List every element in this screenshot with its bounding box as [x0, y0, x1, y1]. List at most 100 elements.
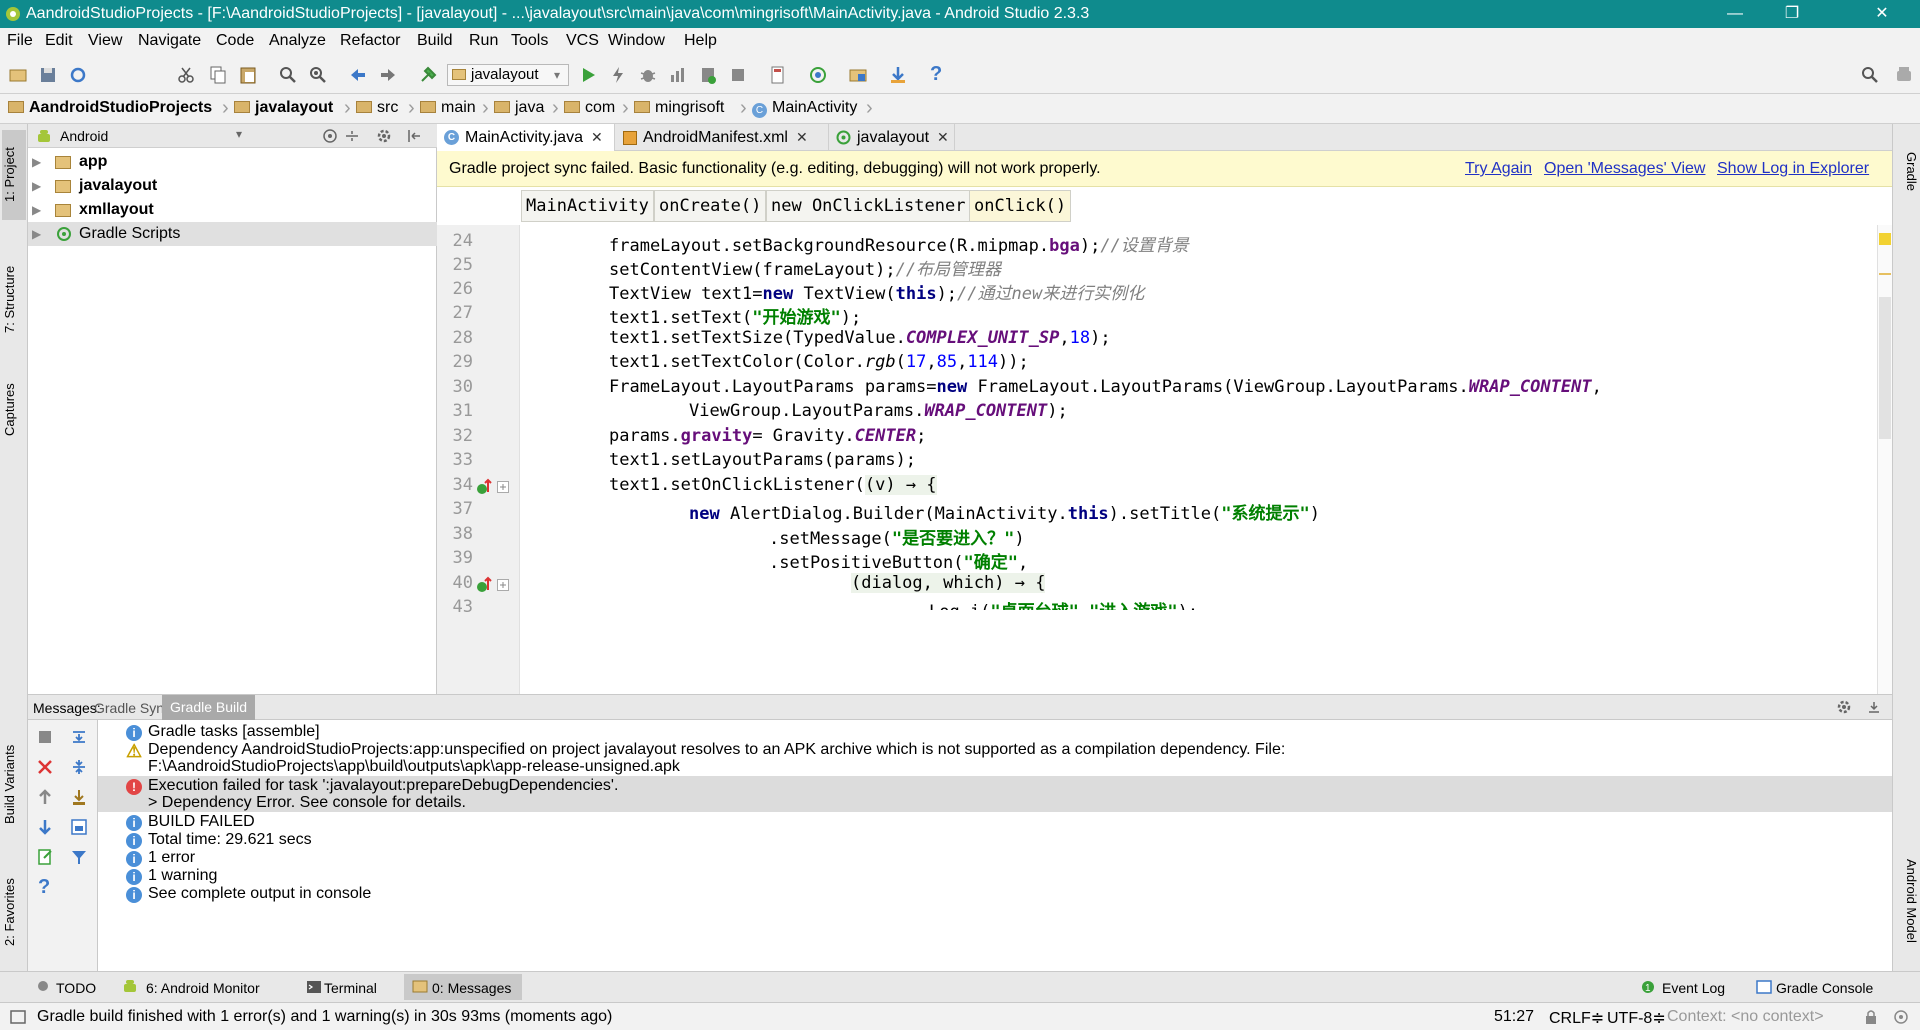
collapse-all-icon[interactable]: [344, 128, 360, 144]
list-item[interactable]: i Total time: 29.621 secs: [98, 830, 1892, 850]
tab-captures[interactable]: Captures: [2, 370, 26, 450]
run-config-select[interactable]: javalayout ▾: [447, 64, 569, 86]
collapse-all-icon[interactable]: [70, 758, 88, 776]
sync-icon[interactable]: [68, 65, 88, 85]
tab-messages[interactable]: 0: Messages: [426, 977, 517, 999]
tab-android-monitor[interactable]: 6: Android Monitor: [140, 977, 266, 999]
tree-item-xmllayout[interactable]: ▶ xmllayout: [28, 198, 437, 222]
open-messages-link[interactable]: Open 'Messages' View: [1544, 160, 1705, 178]
tab-favorites[interactable]: 2: Favorites: [2, 862, 26, 962]
forward-icon[interactable]: [378, 65, 398, 85]
android-icon[interactable]: [1894, 65, 1914, 85]
expand-arrow-icon[interactable]: ▶: [32, 222, 41, 246]
menu-code[interactable]: Code: [216, 32, 254, 50]
menu-tools[interactable]: Tools: [511, 32, 548, 50]
menu-navigate[interactable]: Navigate: [138, 32, 201, 50]
breadcrumb-item[interactable]: mingrisoft: [634, 99, 724, 117]
open-file-icon[interactable]: [36, 848, 54, 866]
project-structure-icon[interactable]: [848, 65, 868, 85]
error-stripe-mark[interactable]: [1879, 273, 1891, 275]
tab-todo[interactable]: TODO: [50, 977, 102, 999]
menu-vcs[interactable]: VCS: [566, 32, 599, 50]
menu-edit[interactable]: Edit: [45, 32, 73, 50]
instant-run-icon[interactable]: [608, 65, 628, 85]
tab-androidmanifest-xml[interactable]: AndroidManifest.xml ✕: [615, 124, 829, 151]
close-tab-icon[interactable]: ✕: [796, 129, 808, 145]
override-marker-icon[interactable]: [475, 576, 493, 594]
filter-icon[interactable]: [70, 848, 88, 866]
chevron-down-icon[interactable]: ▾: [236, 127, 242, 141]
code-crumb-oncreate[interactable]: onCreate(): [654, 190, 767, 222]
list-item[interactable]: i BUILD FAILED: [98, 812, 1892, 832]
menu-analyze[interactable]: Analyze: [269, 32, 326, 50]
cut-icon[interactable]: [176, 65, 196, 85]
close-tab-icon[interactable]: ✕: [937, 129, 949, 145]
sdk-manager-icon[interactable]: [888, 65, 908, 85]
paste-icon[interactable]: [238, 65, 258, 85]
menu-build[interactable]: Build: [417, 32, 453, 50]
tab-gradle[interactable]: Gradle: [1895, 132, 1919, 212]
caret-position[interactable]: 51:27: [1494, 1008, 1534, 1026]
breadcrumb-item[interactable]: C MainActivity: [752, 99, 857, 118]
tab-project[interactable]: 1: Project: [2, 130, 26, 220]
tree-item-app[interactable]: ▶ app: [28, 150, 437, 174]
file-encoding[interactable]: UTF-8≑: [1607, 1008, 1666, 1028]
search-everywhere-icon[interactable]: [1860, 65, 1880, 85]
breadcrumb-item[interactable]: main: [420, 99, 476, 117]
list-item[interactable]: i Gradle tasks [assemble]: [98, 722, 1892, 742]
breadcrumb-item[interactable]: javalayout: [234, 99, 333, 117]
code-editor[interactable]: frameLayout.setBackgroundResource(R.mipm…: [520, 225, 1877, 694]
tab-mainactivity-java[interactable]: C MainActivity.java ✕: [437, 124, 615, 151]
breadcrumb-item[interactable]: com: [564, 99, 615, 117]
lock-icon[interactable]: [1863, 1009, 1879, 1025]
fold-expand-icon[interactable]: [497, 481, 509, 493]
menu-view[interactable]: View: [88, 32, 122, 50]
tree-item-javalayout[interactable]: ▶ javalayout: [28, 174, 437, 198]
close-icon[interactable]: [36, 758, 54, 776]
tool-window-toggle-icon[interactable]: [10, 1009, 26, 1025]
status-message[interactable]: Gradle build finished with 1 error(s) an…: [37, 1008, 612, 1026]
tab-event-log[interactable]: Event Log: [1656, 977, 1731, 999]
debug-icon[interactable]: [638, 65, 658, 85]
override-marker-icon[interactable]: [475, 478, 493, 496]
tab-terminal[interactable]: Terminal: [318, 977, 383, 999]
code-crumb-mainactivity[interactable]: MainActivity: [521, 190, 654, 222]
arrow-up-icon[interactable]: [36, 788, 54, 806]
view-mode-select[interactable]: Android: [60, 128, 108, 144]
stop-icon[interactable]: [728, 65, 748, 85]
run-icon[interactable]: [578, 65, 598, 85]
expand-arrow-icon[interactable]: ▶: [32, 174, 41, 198]
scroll-thumb[interactable]: [1879, 297, 1891, 439]
device-file-icon[interactable]: [768, 65, 788, 85]
inspector-icon[interactable]: [1893, 1009, 1909, 1025]
expand-arrow-icon[interactable]: ▶: [32, 150, 41, 174]
gradle-sync-icon[interactable]: [808, 65, 828, 85]
menu-window[interactable]: Window: [608, 32, 665, 50]
help-icon[interactable]: ?: [930, 63, 942, 86]
tab-gradle-build[interactable]: Gradle Build: [162, 695, 256, 720]
list-item[interactable]: i 1 error: [98, 848, 1892, 868]
show-log-link[interactable]: Show Log in Explorer: [1717, 160, 1869, 178]
menu-run[interactable]: Run: [469, 32, 498, 50]
list-item[interactable]: ⚠ Dependency AandroidStudioProjects:app:…: [98, 740, 1892, 776]
menu-help[interactable]: Help: [684, 32, 717, 50]
help-icon[interactable]: ?: [38, 876, 50, 899]
tab-javalayout[interactable]: javalayout ✕: [829, 124, 955, 151]
menu-file[interactable]: File: [7, 32, 33, 50]
tab-build-variants[interactable]: Build Variants: [2, 724, 26, 844]
find-icon[interactable]: [278, 65, 298, 85]
export-icon[interactable]: [70, 788, 88, 806]
open-folder-icon[interactable]: [8, 65, 28, 85]
breadcrumb-item[interactable]: src: [356, 99, 398, 117]
stop-icon[interactable]: [36, 728, 54, 746]
close-button[interactable]: ✕: [1852, 0, 1912, 28]
save-icon[interactable]: [38, 65, 58, 85]
tab-structure[interactable]: 7: Structure: [2, 244, 26, 354]
back-icon[interactable]: [348, 65, 368, 85]
profile-icon[interactable]: [668, 65, 688, 85]
code-crumb-onclick[interactable]: onClick(): [969, 190, 1072, 222]
try-again-link[interactable]: Try Again: [1465, 160, 1532, 178]
maximize-button[interactable]: ❐: [1762, 0, 1822, 28]
arrow-down-icon[interactable]: [36, 818, 54, 836]
list-item[interactable]: i See complete output in console: [98, 884, 1892, 904]
